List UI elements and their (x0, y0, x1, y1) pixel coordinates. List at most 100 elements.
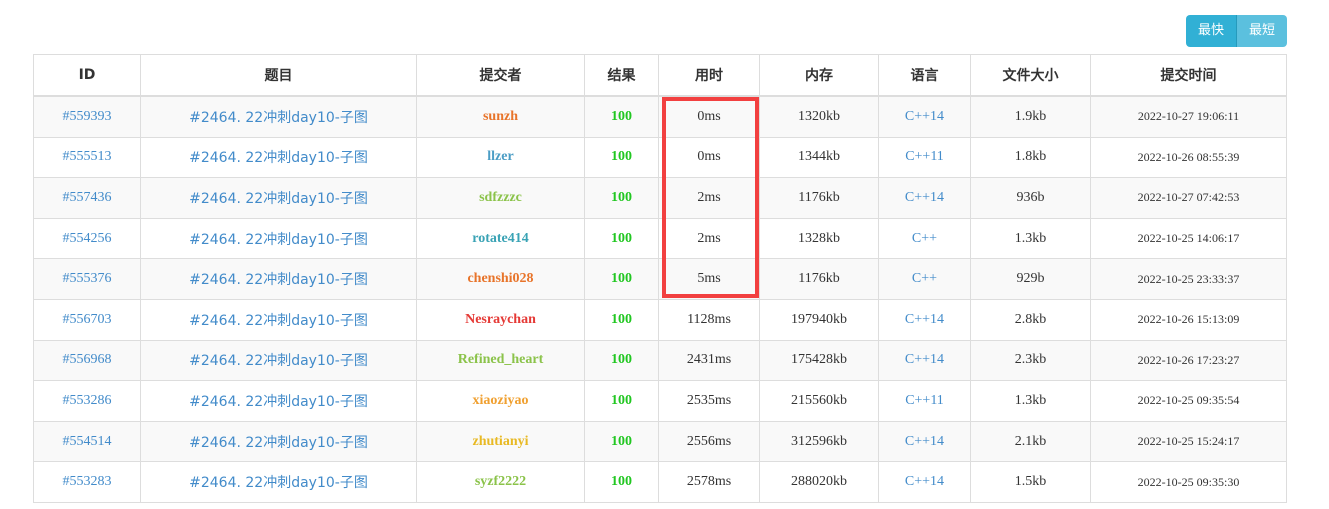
cell-problem[interactable]: #2464. 22冲刺day10-子图 (140, 339, 417, 382)
cell-submit-time: 2022-10-26 17:23:27 (1090, 339, 1287, 382)
cell-language[interactable]: C++ (878, 217, 971, 260)
submissions-table: ID 题目 提交者 结果 用时 内存 语言 文件大小 提交时间 #559393 #… (33, 54, 1287, 503)
table-row: #553283 #2464. 22冲刺day10-子图 syzf2222 100 257… (33, 461, 1287, 503)
table-row: #553286 #2464. 22冲刺day10-子图 xiaoziyao 100 25… (33, 380, 1287, 422)
cell-result[interactable]: 100 (584, 339, 659, 382)
cell-file-size[interactable]: 1.3kb (970, 380, 1091, 422)
cell-time: 0ms (658, 136, 760, 179)
cell-submitter[interactable]: sdfzzzc (416, 177, 585, 219)
cell-id[interactable]: #555513 (33, 136, 141, 179)
fastest-button[interactable]: 最快 (1186, 15, 1237, 47)
cell-id[interactable]: #555376 (33, 258, 141, 300)
table-row: #557436 #2464. 22冲刺day10-子图 sdfzzzc 100 2ms 1… (33, 177, 1287, 219)
cell-submit-time: 2022-10-27 07:42:53 (1090, 177, 1287, 219)
cell-time: 2578ms (658, 461, 760, 503)
sort-button-group: 最快 最短 (1186, 15, 1287, 47)
cell-time: 2535ms (658, 380, 760, 422)
cell-submitter[interactable]: syzf2222 (416, 461, 585, 503)
cell-submit-time: 2022-10-25 23:33:37 (1090, 258, 1287, 300)
table-row: #555513 #2464. 22冲刺day10-子图 llzer 100 0ms 134… (33, 136, 1287, 179)
cell-time: 2ms (658, 177, 760, 219)
header-result[interactable]: 结果 (584, 54, 659, 97)
cell-id[interactable]: #553283 (33, 461, 141, 503)
page-title-partial (560, 0, 760, 6)
cell-problem[interactable]: #2464. 22冲刺day10-子图 (140, 258, 417, 300)
cell-id[interactable]: #553286 (33, 380, 141, 422)
cell-result[interactable]: 100 (584, 420, 659, 463)
table-row: #554256 #2464. 22冲刺day10-子图 rotate414 100 2m… (33, 217, 1287, 260)
header-memory[interactable]: 内存 (759, 54, 879, 97)
cell-submitter[interactable]: Refined_heart (416, 339, 585, 382)
cell-file-size[interactable]: 936b (970, 177, 1091, 219)
cell-language[interactable]: C++14 (878, 177, 971, 219)
cell-time: 2ms (658, 217, 760, 260)
cell-submitter[interactable]: rotate414 (416, 217, 585, 260)
cell-submitter[interactable]: Nesraychan (416, 298, 585, 341)
cell-result[interactable]: 100 (584, 258, 659, 300)
cell-result[interactable]: 100 (584, 177, 659, 219)
cell-time: 0ms (658, 95, 760, 138)
cell-submitter[interactable]: chenshi028 (416, 258, 585, 300)
cell-result[interactable]: 100 (584, 380, 659, 422)
cell-problem[interactable]: #2464. 22冲刺day10-子图 (140, 298, 417, 341)
cell-result[interactable]: 100 (584, 95, 659, 138)
header-submitter[interactable]: 提交者 (416, 54, 585, 97)
cell-problem[interactable]: #2464. 22冲刺day10-子图 (140, 177, 417, 219)
cell-id[interactable]: #556968 (33, 339, 141, 382)
cell-language[interactable]: C++14 (878, 339, 971, 382)
cell-file-size[interactable]: 2.1kb (970, 420, 1091, 463)
cell-id[interactable]: #556703 (33, 298, 141, 341)
cell-file-size[interactable]: 2.8kb (970, 298, 1091, 341)
cell-result[interactable]: 100 (584, 217, 659, 260)
table-row: #554514 #2464. 22冲刺day10-子图 zhutianyi 100 25… (33, 420, 1287, 463)
cell-submitter[interactable]: zhutianyi (416, 420, 585, 463)
cell-memory: 288020kb (759, 461, 879, 503)
cell-file-size[interactable]: 2.3kb (970, 339, 1091, 382)
cell-submit-time: 2022-10-25 15:24:17 (1090, 420, 1287, 463)
cell-id[interactable]: #554514 (33, 420, 141, 463)
cell-submitter[interactable]: sunzh (416, 95, 585, 138)
cell-result[interactable]: 100 (584, 298, 659, 341)
cell-submitter[interactable]: llzer (416, 136, 585, 179)
cell-memory: 197940kb (759, 298, 879, 341)
cell-id[interactable]: #557436 (33, 177, 141, 219)
cell-problem[interactable]: #2464. 22冲刺day10-子图 (140, 380, 417, 422)
cell-file-size[interactable]: 1.8kb (970, 136, 1091, 179)
header-problem[interactable]: 题目 (140, 54, 417, 97)
cell-language[interactable]: C++14 (878, 461, 971, 503)
header-language[interactable]: 语言 (878, 54, 971, 97)
cell-submit-time: 2022-10-27 19:06:11 (1090, 95, 1287, 138)
cell-language[interactable]: C++14 (878, 95, 971, 138)
cell-id[interactable]: #554256 (33, 217, 141, 260)
cell-language[interactable]: C++11 (878, 380, 971, 422)
table-row: #556968 #2464. 22冲刺day10-子图 Refined_heart 1… (33, 339, 1287, 382)
cell-memory: 312596kb (759, 420, 879, 463)
cell-file-size[interactable]: 1.3kb (970, 217, 1091, 260)
cell-problem[interactable]: #2464. 22冲刺day10-子图 (140, 217, 417, 260)
cell-problem[interactable]: #2464. 22冲刺day10-子图 (140, 461, 417, 503)
cell-file-size[interactable]: 1.5kb (970, 461, 1091, 503)
cell-language[interactable]: C++14 (878, 298, 971, 341)
cell-id[interactable]: #559393 (33, 95, 141, 138)
cell-memory: 1344kb (759, 136, 879, 179)
header-id[interactable]: ID (33, 54, 141, 97)
cell-submitter[interactable]: xiaoziyao (416, 380, 585, 422)
cell-result[interactable]: 100 (584, 461, 659, 503)
cell-result[interactable]: 100 (584, 136, 659, 179)
cell-file-size[interactable]: 1.9kb (970, 95, 1091, 138)
cell-memory: 215560kb (759, 380, 879, 422)
header-file-size[interactable]: 文件大小 (970, 54, 1091, 97)
cell-time: 2556ms (658, 420, 760, 463)
cell-language[interactable]: C++14 (878, 420, 971, 463)
cell-problem[interactable]: #2464. 22冲刺day10-子图 (140, 420, 417, 463)
shortest-button[interactable]: 最短 (1237, 15, 1287, 47)
cell-language[interactable]: C++ (878, 258, 971, 300)
table-row: #555376 #2464. 22冲刺day10-子图 chenshi028 100 5… (33, 258, 1287, 300)
table-row: #559393 #2464. 22冲刺day10-子图 sunzh 100 0ms 132… (33, 95, 1287, 138)
cell-file-size[interactable]: 929b (970, 258, 1091, 300)
cell-problem[interactable]: #2464. 22冲刺day10-子图 (140, 136, 417, 179)
header-time[interactable]: 用时 (658, 54, 760, 97)
header-submit-time[interactable]: 提交时间 (1090, 54, 1287, 97)
cell-problem[interactable]: #2464. 22冲刺day10-子图 (140, 95, 417, 138)
cell-language[interactable]: C++11 (878, 136, 971, 179)
